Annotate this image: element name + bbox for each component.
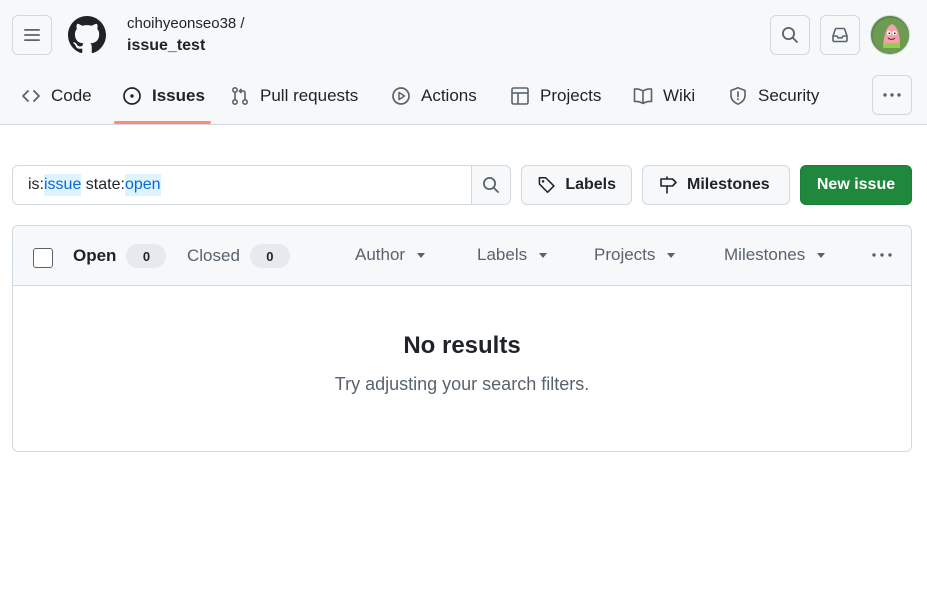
issue-filter-input[interactable]: is: issue state: open bbox=[12, 165, 472, 205]
active-tab-indicator bbox=[114, 121, 211, 124]
code-icon bbox=[21, 86, 41, 106]
search-icon bbox=[483, 177, 499, 193]
milestones-button-label: Milestones bbox=[687, 176, 770, 193]
issues-list-header: Open 0 Closed 0 Author Labels Projects M… bbox=[13, 226, 911, 286]
more-nav-button[interactable] bbox=[872, 75, 912, 115]
tab-label: Issues bbox=[152, 86, 205, 105]
tab-label: Code bbox=[51, 86, 92, 105]
kebab-horizontal-icon bbox=[872, 253, 892, 257]
book-icon bbox=[633, 86, 653, 106]
milestones-filter-dropdown[interactable]: Milestones bbox=[724, 245, 826, 265]
filter-value: open bbox=[124, 174, 161, 196]
shield-icon bbox=[728, 86, 748, 106]
inbox-icon bbox=[832, 27, 848, 43]
projects-filter-dropdown[interactable]: Projects bbox=[594, 245, 676, 265]
tab-label: Projects bbox=[540, 86, 602, 105]
open-issues-tab[interactable]: Open 0 bbox=[73, 244, 167, 268]
open-count-badge: 0 bbox=[126, 244, 167, 268]
closed-label: Closed bbox=[187, 246, 240, 265]
avatar-image bbox=[871, 16, 909, 54]
search-icon bbox=[782, 27, 798, 43]
filter-qualifier: state: bbox=[81, 176, 125, 193]
kebab-horizontal-icon bbox=[883, 93, 901, 97]
github-logo[interactable] bbox=[68, 16, 106, 54]
tab-projects[interactable]: Projects bbox=[510, 80, 601, 112]
closed-issues-tab[interactable]: Closed 0 bbox=[187, 244, 290, 268]
labels-filter-dropdown[interactable]: Labels bbox=[477, 245, 548, 265]
tab-label: Security bbox=[758, 86, 820, 105]
chevron-down-icon bbox=[817, 252, 826, 258]
dropdown-label: Projects bbox=[594, 245, 656, 264]
tab-label: Pull requests bbox=[260, 86, 359, 105]
issue-opened-icon bbox=[122, 86, 142, 106]
dropdown-label: Labels bbox=[477, 245, 528, 264]
chevron-down-icon bbox=[667, 252, 676, 258]
global-search-button[interactable] bbox=[770, 15, 810, 55]
tag-icon bbox=[538, 176, 555, 194]
new-issue-button[interactable]: New issue bbox=[800, 165, 912, 205]
repo-owner-link[interactable]: choihyeonseo38 / bbox=[127, 15, 245, 32]
user-avatar[interactable] bbox=[870, 15, 910, 55]
table-icon bbox=[510, 86, 530, 106]
menu-button[interactable] bbox=[12, 15, 52, 55]
dropdown-label: Author bbox=[355, 245, 406, 264]
empty-state-description: Try adjusting your search filters. bbox=[334, 374, 590, 394]
labels-button[interactable]: Labels bbox=[521, 165, 632, 205]
dropdown-label: Milestones bbox=[724, 245, 806, 264]
filter-value: issue bbox=[44, 174, 82, 196]
labels-button-label: Labels bbox=[565, 176, 616, 193]
filter-search-button[interactable] bbox=[471, 165, 511, 205]
author-filter-dropdown[interactable]: Author bbox=[355, 245, 426, 265]
github-mark-icon bbox=[68, 16, 106, 54]
closed-count-badge: 0 bbox=[249, 244, 290, 268]
repo-name-link[interactable]: issue_test bbox=[127, 37, 205, 55]
hamburger-menu-icon bbox=[24, 29, 40, 41]
app-header: choihyeonseo38 / issue_test Code Issues … bbox=[0, 0, 927, 125]
milestone-icon bbox=[660, 176, 677, 194]
chevron-down-icon bbox=[539, 252, 548, 258]
tab-code[interactable]: Code bbox=[21, 80, 92, 112]
milestones-button[interactable]: Milestones bbox=[642, 165, 790, 205]
tab-issues[interactable]: Issues bbox=[122, 80, 205, 112]
filter-qualifier: is: bbox=[28, 176, 44, 193]
inbox-button[interactable] bbox=[820, 15, 860, 55]
tab-wiki[interactable]: Wiki bbox=[633, 80, 695, 112]
tab-security[interactable]: Security bbox=[728, 80, 819, 112]
git-pull-request-icon bbox=[230, 86, 250, 106]
play-icon bbox=[391, 86, 411, 106]
tab-label: Wiki bbox=[663, 86, 696, 105]
tab-actions[interactable]: Actions bbox=[391, 80, 477, 112]
issues-list: Open 0 Closed 0 Author Labels Projects M… bbox=[12, 225, 912, 452]
tab-pull-requests[interactable]: Pull requests bbox=[230, 80, 358, 112]
empty-state-title: No results bbox=[403, 332, 521, 359]
tab-label: Actions bbox=[421, 86, 477, 105]
select-all-checkbox[interactable] bbox=[33, 248, 53, 268]
more-options-button[interactable] bbox=[869, 242, 895, 268]
chevron-down-icon bbox=[417, 252, 426, 258]
open-label: Open bbox=[73, 246, 117, 265]
